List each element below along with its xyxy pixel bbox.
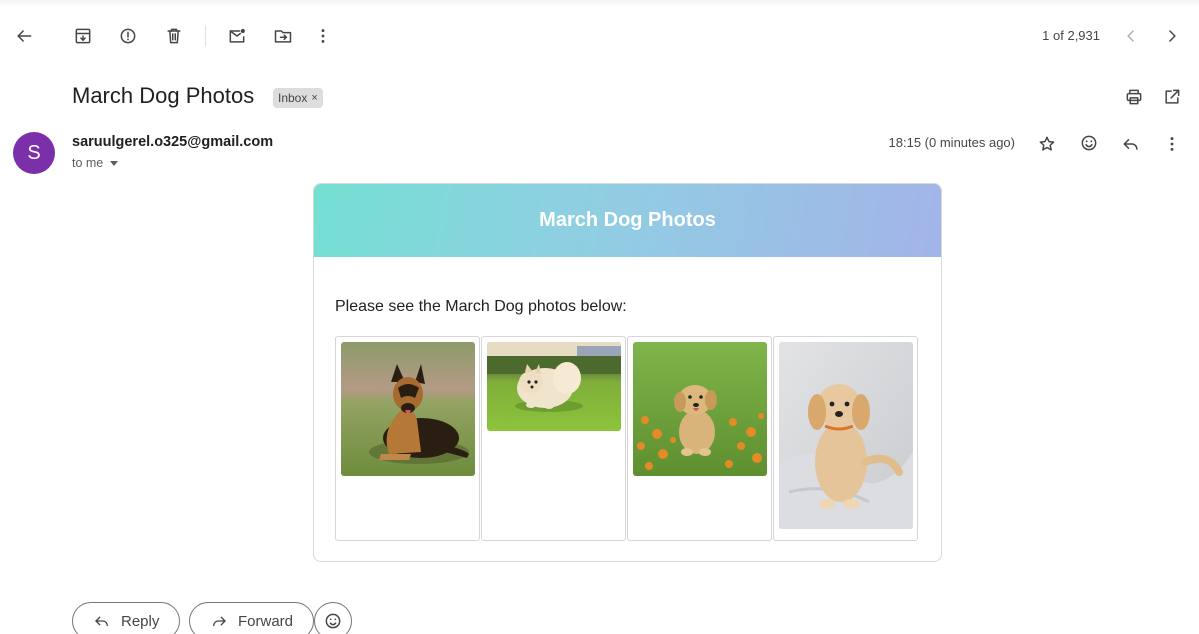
recipient-text: to me: [72, 156, 104, 170]
archive-icon[interactable]: [69, 22, 97, 50]
forward-button-label: Forward: [238, 612, 294, 630]
reply-button[interactable]: Reply: [72, 602, 181, 634]
photo-cell: [773, 336, 918, 541]
star-icon[interactable]: [1033, 130, 1061, 158]
more-vert-icon[interactable]: [309, 22, 337, 50]
add-reaction-icon[interactable]: [1075, 129, 1103, 157]
emoji-reaction-button[interactable]: [314, 602, 352, 634]
forward-arrow-icon: [213, 616, 226, 627]
german-shepherd-photo[interactable]: [341, 342, 475, 476]
trash-icon[interactable]: [160, 22, 188, 50]
back-arrow-icon[interactable]: [10, 22, 38, 50]
photo-cell: [481, 336, 626, 541]
chevron-right-icon[interactable]: [1158, 22, 1186, 50]
banner-title: March Dog Photos: [539, 209, 716, 231]
reply-arrow-icon: [95, 616, 108, 627]
email-banner: March Dog Photos: [314, 184, 941, 257]
remove-label-icon[interactable]: ×: [311, 88, 317, 108]
photo-cell: [627, 336, 772, 541]
pomeranian-photo[interactable]: [487, 342, 621, 431]
email-body-card: March Dog Photos Please see the March Do…: [313, 183, 942, 562]
move-to-folder-icon[interactable]: [269, 22, 297, 50]
message-more-vert-icon[interactable]: [1158, 130, 1186, 158]
label-text: Inbox: [278, 91, 308, 105]
open-in-new-window-icon[interactable]: [1158, 83, 1186, 111]
forward-button[interactable]: Forward: [189, 602, 315, 634]
print-icon[interactable]: [1120, 83, 1148, 111]
top-divider: [0, 0, 1199, 8]
photo-cell: [335, 336, 480, 541]
email-subject: March Dog Photos: [72, 83, 255, 108]
mark-unread-icon[interactable]: [223, 22, 251, 50]
inbox-label-chip: Inbox ×: [273, 88, 323, 108]
reply-button-label: Reply: [121, 612, 160, 630]
report-spam-icon[interactable]: [114, 22, 142, 50]
recipient-details-toggle[interactable]: to me: [72, 156, 119, 170]
fluffy-puppy-photo[interactable]: [779, 342, 913, 529]
caret-down-icon: [110, 160, 119, 166]
message-counter: 1 of 2,931: [1042, 28, 1100, 43]
toolbar-divider: [205, 25, 206, 47]
email-timestamp: 18:15 (0 minutes ago): [888, 135, 1015, 150]
email-body-text: Please see the March Dog photos below:: [335, 298, 627, 315]
photo-grid: [335, 336, 918, 541]
sender-email[interactable]: saruulgerel.o325@gmail.com: [72, 134, 273, 150]
chevron-left-icon[interactable]: [1117, 22, 1145, 50]
sender-avatar[interactable]: S: [13, 132, 55, 174]
golden-puppy-photo[interactable]: [633, 342, 767, 476]
reply-icon[interactable]: [1117, 130, 1145, 158]
smiley-icon: [325, 613, 341, 629]
